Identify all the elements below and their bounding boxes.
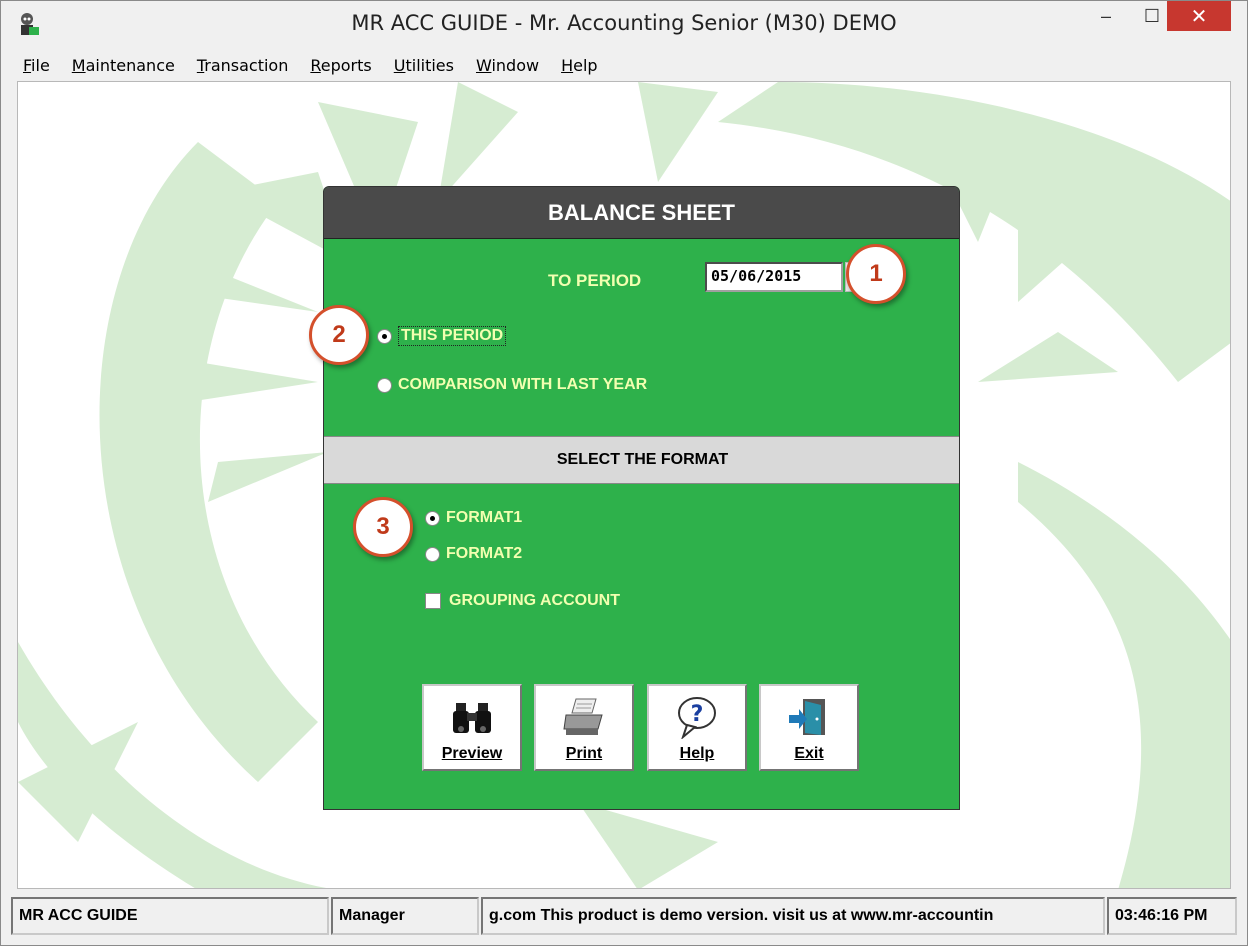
status-user: Manager (331, 897, 479, 935)
close-button[interactable]: ✕ (1167, 1, 1231, 31)
title-bar[interactable]: MR ACC GUIDE - Mr. Accounting Senior (M3… (1, 1, 1247, 49)
svg-text:?: ? (691, 702, 704, 727)
status-clock: 03:46:16 PM (1107, 897, 1237, 935)
to-period-label: TO PERIOD (548, 271, 642, 290)
radio-format2[interactable]: FORMAT2 (425, 545, 522, 563)
preview-button[interactable]: Preview (422, 684, 522, 771)
preview-label: Preview (441, 745, 503, 762)
radio-format1[interactable]: FORMAT1 (425, 509, 522, 527)
radio-unselected-icon (425, 546, 440, 562)
exit-button[interactable]: Exit (759, 684, 859, 771)
menu-utilities[interactable]: Utilities (394, 56, 454, 75)
callout-2: 2 (309, 305, 369, 365)
callout-1: 1 (846, 244, 906, 304)
status-message: g.com This product is demo version. visi… (481, 897, 1105, 935)
callout-3: 3 (353, 497, 413, 557)
grouping-account-label: GROUPING ACCOUNT (449, 592, 620, 609)
close-icon: ✕ (1190, 5, 1208, 28)
select-format-header: SELECT THE FORMAT (324, 436, 959, 484)
checkbox-icon (425, 593, 441, 609)
menu-maintenance[interactable]: Maintenance (72, 56, 175, 75)
radio-selected-icon (377, 328, 392, 344)
dialog-title: BALANCE SHEET (324, 187, 959, 239)
comparison-label: COMPARISON WITH LAST YEAR (398, 376, 648, 393)
printer-icon (563, 698, 603, 735)
menu-transaction[interactable]: Transaction (197, 56, 289, 75)
format2-label: FORMAT2 (446, 545, 523, 562)
status-company: MR ACC GUIDE (11, 897, 329, 935)
help-label: Help (679, 745, 715, 762)
exit-label: Exit (794, 745, 824, 762)
minimize-icon: – (1100, 5, 1111, 26)
minimize-button[interactable]: – (1083, 1, 1129, 31)
status-bar: MR ACC GUIDE Manager g.com This product … (11, 897, 1239, 937)
format1-label: FORMAT1 (446, 509, 523, 526)
menu-help[interactable]: Help (561, 56, 597, 75)
help-button[interactable]: ? Help (647, 684, 747, 771)
maximize-icon: ☐ (1143, 5, 1161, 26)
menu-window[interactable]: Window (476, 56, 539, 75)
app-window: MR ACC GUIDE - Mr. Accounting Senior (M3… (0, 0, 1248, 946)
menu-bar: File Maintenance Transaction Reports Uti… (15, 51, 1235, 79)
radio-unselected-icon (377, 377, 392, 393)
grouping-account-checkbox[interactable]: GROUPING ACCOUNT (425, 592, 620, 610)
radio-this-period[interactable]: THIS PERIOD (377, 326, 507, 346)
radio-selected-icon (425, 510, 440, 526)
print-label: Print (565, 745, 603, 762)
this-period-label: THIS PERIOD (398, 326, 507, 346)
print-button[interactable]: Print (534, 684, 634, 771)
radio-comparison-last-year[interactable]: COMPARISON WITH LAST YEAR (377, 376, 647, 394)
binoculars-icon (453, 703, 491, 733)
to-period-date-input[interactable]: 05/06/2015 (705, 262, 843, 292)
exit-door-icon (789, 699, 825, 735)
menu-reports[interactable]: Reports (310, 56, 371, 75)
menu-file[interactable]: File (23, 56, 50, 75)
window-title: MR ACC GUIDE - Mr. Accounting Senior (M3… (351, 11, 897, 35)
help-question-icon: ? (678, 697, 716, 739)
